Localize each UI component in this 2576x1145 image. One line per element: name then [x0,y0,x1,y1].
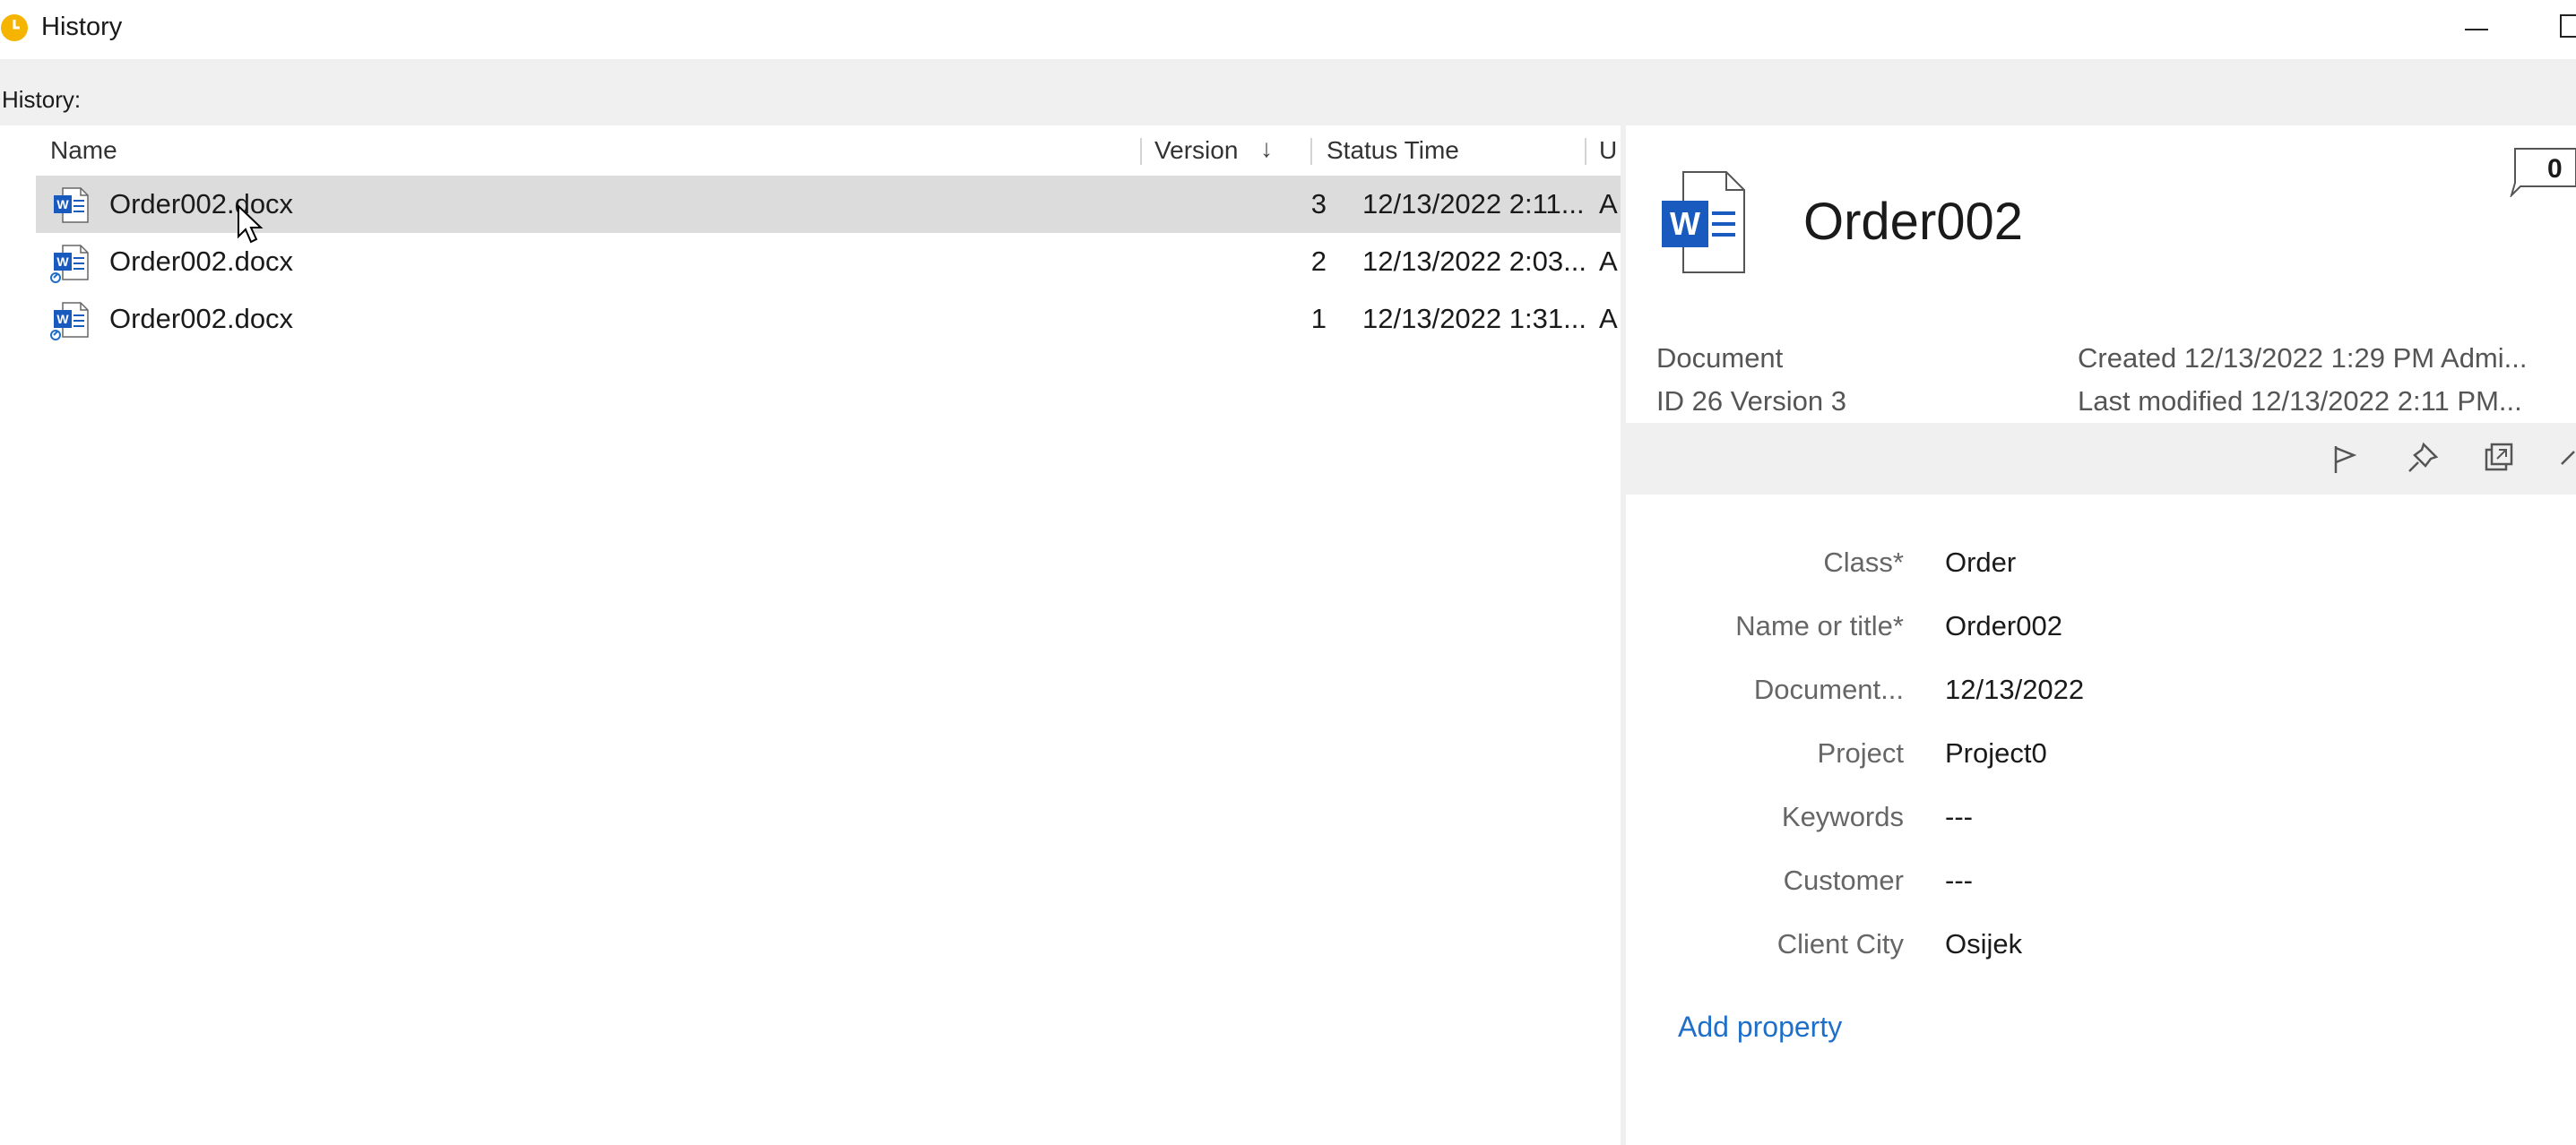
maximize-button[interactable] [2560,14,2576,38]
history-header: History: [0,59,2576,125]
svg-text:W: W [56,312,69,326]
metadata-card: W Order002 0 Document ID 26 Version 3 Cr… [1626,125,2576,1145]
row-status-time: 12/13/2022 2:11... [1362,188,1585,220]
column-separator[interactable] [1140,138,1142,165]
column-version-header[interactable]: Version [1154,136,1238,165]
table-row[interactable]: W Order002.docx 3 12/13/2022 2:11... A [36,176,1621,233]
column-status-time-header[interactable]: Status Time [1327,136,1459,165]
property-value[interactable]: --- [1945,801,1973,833]
minimize-button[interactable] [2456,9,2497,50]
row-version: 2 [1310,245,1327,277]
document-title: Order002 [1803,193,2024,251]
row-version: 3 [1310,188,1327,220]
row-user: A [1599,245,1618,277]
row-user: A [1599,303,1618,334]
word-document-link-icon: W [50,245,89,283]
property-value[interactable]: --- [1945,865,1973,897]
row-name: Order002.docx [109,245,294,277]
modified-info: Last modified 12/13/2022 2:11 PM... [2078,385,2522,417]
word-document-icon: W [54,187,89,223]
svg-text:W: W [1670,205,1700,242]
property-row-keywords[interactable]: Keywords --- [1626,792,2576,846]
row-status-time: 12/13/2022 1:31... [1362,303,1586,334]
column-separator[interactable] [1585,138,1586,165]
property-row-class[interactable]: Class* Order [1626,538,2576,591]
history-label: History: [2,86,82,113]
word-document-link-icon: W [50,302,89,340]
title-bar: History [0,0,2576,59]
property-value[interactable]: Project0 [1945,737,2047,770]
mouse-cursor-icon [238,204,264,244]
property-row-project[interactable]: Project Project0 [1626,728,2576,782]
property-value[interactable]: Order [1945,547,2016,579]
property-value[interactable]: 12/13/2022 [1945,674,2084,706]
table-row[interactable]: W Order002.docx 1 12/13/2022 1:31... A [36,290,1621,348]
column-user-header[interactable]: U [1599,136,1617,165]
property-label: Document... [1753,674,1904,705]
sort-descending-icon: ↓ [1260,134,1273,162]
history-list: Name Version ↓ Status Time U W Order002.… [0,125,1621,1145]
pin-icon[interactable] [2402,439,2442,478]
property-row-document-date[interactable]: Document... 12/13/2022 [1626,665,2576,719]
property-label: Class* [1823,547,1904,578]
property-label: Keywords [1781,801,1904,832]
row-version: 1 [1310,303,1327,334]
minimize-icon [2465,29,2488,30]
column-name-header[interactable]: Name [50,136,117,165]
created-info: Created 12/13/2022 1:29 PM Admi... [2078,342,2528,374]
row-name: Order002.docx [109,303,294,334]
property-label: Project [1817,737,1904,769]
property-value[interactable]: Order002 [1945,610,2062,642]
metadata-toolbar [1626,423,2576,495]
object-meta: Document ID 26 Version 3 [1656,337,1846,423]
comments-button[interactable]: 0 [2508,147,2576,197]
flag-icon[interactable] [2325,439,2364,478]
comment-bubble-icon [2510,148,2576,197]
property-row-customer[interactable]: Customer --- [1626,856,2576,909]
chevron-up-icon[interactable] [2554,439,2576,478]
object-id-version: ID 26 Version 3 [1656,385,1846,417]
property-row-client-city[interactable]: Client City Osijek [1626,919,2576,973]
word-document-icon: W [1662,171,1745,273]
property-label: Customer [1783,865,1904,896]
table-row[interactable]: W Order002.docx 2 12/13/2022 2:03... A [36,233,1621,290]
comment-count: 0 [2547,154,2563,184]
property-row-name-or-title[interactable]: Name or title* Order002 [1626,601,2576,655]
history-clock-icon [1,14,28,41]
property-label: Name or title* [1735,610,1904,641]
row-user: A [1599,188,1618,220]
object-type: Document [1656,342,1784,374]
property-label: Client City [1776,928,1904,960]
object-timestamps: Created 12/13/2022 1:29 PM Admi... Last … [2078,337,2527,423]
column-header: Name Version ↓ Status Time U [0,125,1621,176]
pop-out-icon[interactable] [2479,439,2519,478]
svg-text:W: W [56,197,69,211]
column-separator[interactable] [1310,138,1312,165]
add-property-link[interactable]: Add property [1678,1011,1842,1044]
window-title: History [41,13,123,41]
svg-text:W: W [56,254,69,269]
property-value[interactable]: Osijek [1945,928,2022,960]
row-name: Order002.docx [109,188,294,220]
row-status-time: 12/13/2022 2:03... [1362,245,1586,277]
